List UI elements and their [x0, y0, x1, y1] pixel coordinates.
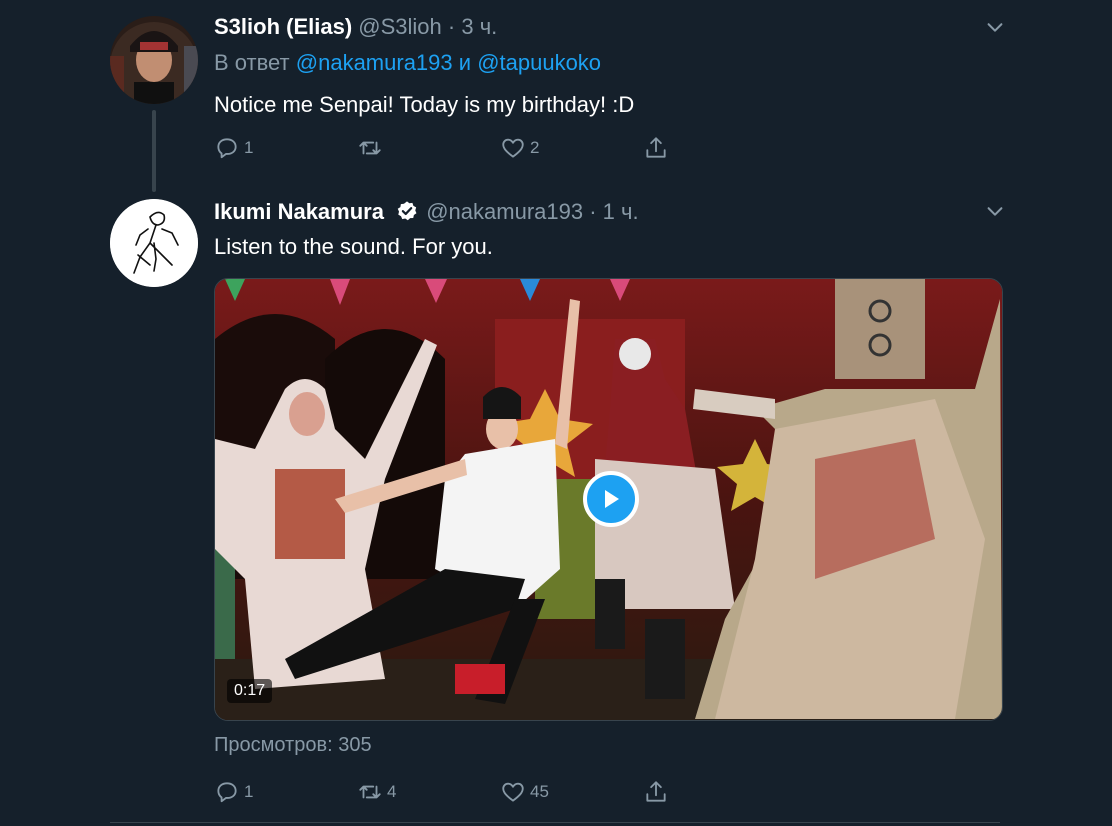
separator-dot: · — [589, 199, 597, 224]
reply-button[interactable]: 1 — [214, 133, 253, 163]
tweet-actions: 1 4 45 — [214, 777, 674, 807]
video-duration: 0:17 — [227, 679, 273, 703]
retweet-icon — [359, 785, 381, 799]
tweet-text: Listen to the sound. For you. — [214, 234, 493, 259]
chevron-down-icon[interactable] — [984, 200, 1006, 222]
timestamp[interactable]: 3 ч. — [461, 14, 497, 39]
tweet-actions: 1 2 — [214, 133, 674, 163]
mention-link-nakamura193[interactable]: @nakamura193 — [296, 50, 453, 75]
retweet-count: 4 — [387, 782, 397, 801]
tweet-text: Notice me Senpai! Today is my birthday! … — [214, 92, 635, 117]
author-name[interactable]: Ikumi Nakamura — [214, 199, 384, 224]
mention-link-tapuukoko[interactable]: @tapuukoko — [477, 50, 601, 75]
reply-prefix: В ответ — [214, 50, 290, 75]
tweet-divider — [110, 822, 1000, 823]
retweet-button[interactable] — [357, 133, 387, 163]
heart-icon — [502, 138, 524, 158]
verified-badge-icon — [397, 201, 417, 221]
like-count: 2 — [530, 138, 540, 157]
play-icon — [605, 490, 619, 508]
share-icon — [646, 781, 666, 802]
share-button[interactable] — [643, 777, 669, 807]
retweet-button[interactable]: 4 — [357, 777, 396, 807]
view-count: Просмотров: 305 — [214, 734, 372, 756]
play-button[interactable] — [583, 471, 639, 527]
chevron-down-icon[interactable] — [984, 16, 1006, 38]
heart-icon — [502, 782, 524, 802]
like-count: 45 — [530, 782, 549, 801]
reply-button[interactable]: 1 — [214, 777, 253, 807]
reply-count: 1 — [244, 138, 254, 157]
timestamp[interactable]: 1 ч. — [603, 199, 639, 224]
reply-icon — [217, 782, 237, 803]
avatar-s3lioh[interactable] — [110, 16, 198, 104]
replying-to: В ответ @nakamura193 и @tapuukoko — [214, 50, 601, 76]
avatar-ikumi[interactable] — [110, 199, 198, 287]
like-button[interactable]: 45 — [500, 777, 549, 807]
reply-icon — [217, 138, 237, 159]
video-player[interactable]: 0:17 — [214, 278, 1003, 721]
mention-conjunction: и — [458, 50, 472, 75]
author-handle[interactable]: @nakamura193 — [426, 199, 583, 224]
share-icon — [646, 137, 666, 158]
separator-dot: · — [447, 14, 456, 39]
author-name[interactable]: S3lioh (Elias) — [214, 14, 352, 39]
share-button[interactable] — [643, 133, 669, 163]
author-handle[interactable]: @S3lioh — [358, 14, 442, 39]
like-button[interactable]: 2 — [500, 133, 539, 163]
reply-count: 1 — [244, 782, 254, 801]
reply-tweet[interactable]: S3lioh (Elias) @S3lioh · 3 ч. В ответ @n… — [0, 0, 1112, 190]
retweet-icon — [359, 141, 381, 155]
